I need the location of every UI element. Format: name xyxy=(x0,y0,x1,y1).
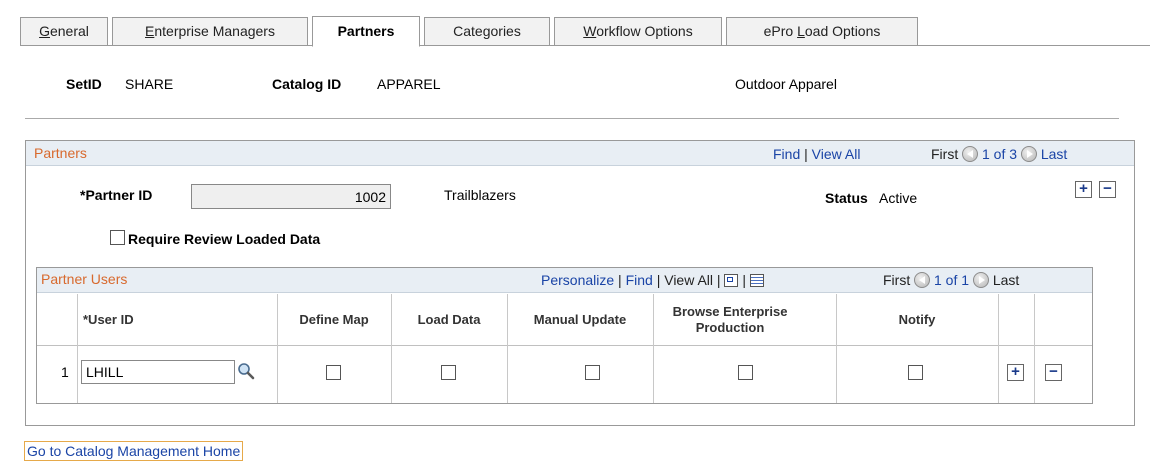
nav-separator: | xyxy=(716,272,725,288)
partners-section: Partners Find | View All First 1 of 3 La… xyxy=(25,140,1135,426)
catalog-id-value: APPAREL xyxy=(377,76,441,92)
table-row: 1 + − xyxy=(37,347,1092,403)
tab-workflow-options[interactable]: Workflow Options xyxy=(554,17,722,46)
manual-update-checkbox[interactable] xyxy=(585,365,600,380)
partner-users-pager: First 1 of 1 Last xyxy=(883,272,1019,288)
col-user-id: *User ID xyxy=(83,312,134,327)
browse-enterprise-production-checkbox[interactable] xyxy=(738,365,753,380)
row-number: 1 xyxy=(61,364,69,380)
col-browse-enterprise-production: Browse Enterprise Production xyxy=(672,304,788,335)
tab-epro-load-options[interactable]: ePro Load Options xyxy=(726,17,918,46)
partner-users-title: Partner Users xyxy=(41,271,128,287)
partner-users-toolbar: Personalize | Find | View All | | xyxy=(541,272,764,288)
partners-counter: 1 of 3 xyxy=(982,146,1018,162)
status-value: Active xyxy=(879,190,918,206)
grid-first-label: First xyxy=(883,272,911,288)
download-grid-icon[interactable] xyxy=(749,274,764,287)
require-review-checkbox[interactable] xyxy=(110,230,125,245)
tab-enterprise-managers[interactable]: Enterprise Managers xyxy=(112,17,308,46)
tab-general[interactable]: General xyxy=(20,17,108,46)
partner-users-header: Partner Users Personalize | Find | View … xyxy=(37,268,1092,293)
lookup-search-icon[interactable] xyxy=(237,362,255,380)
load-data-checkbox[interactable] xyxy=(441,365,456,380)
partners-next-icon[interactable] xyxy=(1020,146,1037,162)
partner-users-grid: Partner Users Personalize | Find | View … xyxy=(36,267,1093,404)
partners-nav: Find | View All xyxy=(773,146,860,162)
nav-separator: | xyxy=(742,272,750,288)
grid-view-all-link[interactable]: View All xyxy=(664,272,713,288)
partner-name: Trailblazers xyxy=(444,187,516,203)
page-tabs: General Enterprise Managers Partners Cat… xyxy=(20,16,1150,47)
notify-checkbox[interactable] xyxy=(908,365,923,380)
grid-column-headers: *User ID Define Map Load Data Manual Upd… xyxy=(37,294,1092,346)
partners-pager: First 1 of 3 Last xyxy=(931,146,1067,162)
user-id-input[interactable] xyxy=(81,360,235,384)
grid-delete-row-icon[interactable]: − xyxy=(1045,364,1062,381)
status-label: Status xyxy=(825,190,868,206)
grid-next-icon[interactable] xyxy=(972,272,989,288)
nav-separator: | xyxy=(618,272,626,288)
col-load-data: Load Data xyxy=(417,312,481,327)
define-map-checkbox[interactable] xyxy=(326,365,341,380)
grid-prev-icon[interactable] xyxy=(914,272,931,288)
col-notify: Notify xyxy=(898,312,936,327)
partners-add-row-icon[interactable]: + xyxy=(1075,181,1092,198)
tab-partners[interactable]: Partners xyxy=(312,16,420,47)
header-separator xyxy=(25,118,1119,119)
tab-categories[interactable]: Categories xyxy=(424,17,550,46)
catalog-id-label: Catalog ID xyxy=(272,76,342,92)
partners-header: Partners Find | View All First 1 of 3 La… xyxy=(26,141,1134,166)
personalize-link[interactable]: Personalize xyxy=(541,272,614,288)
col-define-map: Define Map xyxy=(299,312,369,327)
partners-first-label: First xyxy=(931,146,959,162)
nav-separator: | xyxy=(804,146,812,162)
grid-last-label: Last xyxy=(992,272,1020,288)
partners-title: Partners xyxy=(34,145,87,161)
col-manual-update: Manual Update xyxy=(533,312,627,327)
require-review-label: Require Review Loaded Data xyxy=(128,231,321,247)
setid-value: SHARE xyxy=(125,76,174,92)
partners-last-link[interactable]: Last xyxy=(1041,146,1067,162)
partner-id-input[interactable] xyxy=(191,184,391,209)
partner-id-label: *Partner ID xyxy=(80,187,153,203)
catalog-description: Outdoor Apparel xyxy=(735,76,837,92)
partners-view-all-link[interactable]: View All xyxy=(812,146,861,162)
catalog-home-link[interactable]: Go to Catalog Management Home xyxy=(24,441,244,461)
grid-find-link[interactable]: Find xyxy=(626,272,653,288)
partners-find-link[interactable]: Find xyxy=(773,146,800,162)
new-window-icon[interactable] xyxy=(724,274,739,287)
partners-delete-row-icon[interactable]: − xyxy=(1099,181,1116,198)
grid-counter: 1 of 1 xyxy=(934,272,970,288)
setid-label: SetID xyxy=(66,76,102,92)
grid-add-row-icon[interactable]: + xyxy=(1007,364,1024,381)
partners-prev-icon[interactable] xyxy=(962,146,979,162)
